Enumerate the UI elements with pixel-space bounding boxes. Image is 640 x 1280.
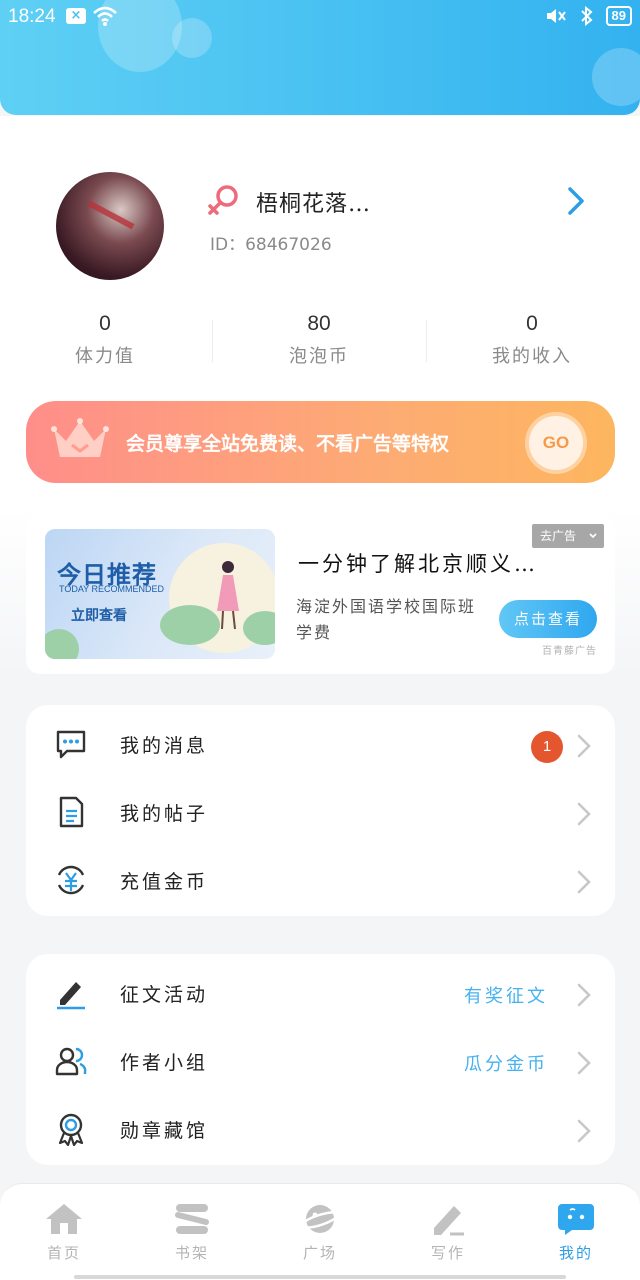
woman-illustration bbox=[217, 561, 239, 630]
ad-image-button: 立即查看 bbox=[71, 608, 127, 624]
bottom-navigation: 首页 书架 广场 写作 我的 bbox=[0, 1183, 640, 1280]
avatar[interactable] bbox=[56, 172, 164, 280]
nav-bookshelf[interactable]: 书架 bbox=[128, 1184, 256, 1280]
group-icon bbox=[55, 1047, 87, 1076]
menu-item-essay-contest[interactable]: 征文活动 有奖征文 bbox=[26, 958, 615, 1026]
bluetooth-icon bbox=[580, 6, 593, 26]
stat-stamina[interactable]: 0 体力值 bbox=[5, 312, 205, 368]
nav-label: 写作 bbox=[430, 1244, 465, 1262]
menu-item-author-group[interactable]: 作者小组 瓜分金币 bbox=[26, 1026, 615, 1094]
chevron-right-icon bbox=[577, 1051, 591, 1075]
ad-image-subtitle: TODAY RECOMMENDED bbox=[59, 584, 165, 594]
menu-label: 充值金币 bbox=[120, 871, 209, 893]
remove-ad-button[interactable]: 去广告 bbox=[532, 524, 604, 548]
chevron-right-icon bbox=[577, 1119, 591, 1143]
vip-go-button[interactable]: GO bbox=[529, 416, 583, 470]
nav-label: 广场 bbox=[302, 1244, 337, 1262]
profile-chat-icon bbox=[558, 1204, 594, 1235]
stat-label: 体力值 bbox=[75, 346, 135, 367]
wifi-icon bbox=[93, 6, 117, 26]
user-id: ID：68467026 bbox=[210, 235, 332, 255]
username[interactable]: 梧桐花落… bbox=[256, 186, 371, 218]
menu-label: 征文活动 bbox=[120, 984, 209, 1006]
stat-divider bbox=[212, 320, 213, 362]
mute-icon bbox=[546, 9, 566, 23]
ad-card[interactable]: 今日推荐 TODAY RECOMMENDED 立即查看 一分钟了解北京顺义… 海… bbox=[26, 514, 615, 674]
home-indicator bbox=[74, 1275, 566, 1279]
crown-icon bbox=[51, 418, 109, 457]
medal-icon bbox=[58, 1113, 84, 1146]
ad-action-button[interactable]: 点击查看 bbox=[499, 600, 597, 638]
vip-text: 会员尊享全站免费读、不看广告等特权 bbox=[126, 433, 450, 455]
menu-label: 我的帖子 bbox=[120, 803, 209, 825]
home-icon bbox=[46, 1204, 82, 1234]
chevron-right-icon bbox=[577, 870, 591, 894]
nav-mine[interactable]: 我的 bbox=[512, 1184, 640, 1280]
stat-value: 80 bbox=[307, 312, 331, 335]
vip-banner[interactable]: 会员尊享全站免费读、不看广告等特权 GO bbox=[26, 401, 615, 483]
stat-income[interactable]: 0 我的收入 bbox=[432, 312, 632, 368]
ad-description: 海淀外国语学校国际班学费 bbox=[296, 597, 477, 642]
menu-extra: 有奖征文 bbox=[464, 986, 548, 1007]
chevron-right-icon bbox=[577, 802, 591, 826]
header-banner: 18:24 × 89 bbox=[0, 0, 640, 115]
menu-card-primary: 我的消息 1 我的帖子 充值金币 bbox=[26, 705, 615, 916]
message-icon bbox=[56, 730, 86, 759]
menu-label: 作者小组 bbox=[120, 1052, 209, 1074]
menu-extra: 瓜分金币 bbox=[464, 1054, 548, 1075]
ad-source: 百青藤广告 bbox=[542, 646, 597, 657]
stat-value: 0 bbox=[526, 312, 538, 335]
ad-title[interactable]: 一分钟了解北京顺义… bbox=[298, 548, 538, 578]
yuan-coin-icon bbox=[57, 865, 85, 895]
bookshelf-icon bbox=[175, 1204, 209, 1234]
battery-indicator: 89 bbox=[605, 6, 632, 26]
write-icon bbox=[434, 1206, 464, 1236]
status-time: 18:24 bbox=[8, 6, 56, 27]
stat-value: 0 bbox=[99, 312, 111, 335]
nav-plaza[interactable]: 广场 bbox=[256, 1184, 384, 1280]
stats-row: 0 体力值 80 泡泡币 0 我的收入 bbox=[0, 312, 640, 372]
menu-card-author: 征文活动 有奖征文 作者小组 瓜分金币 勋章藏馆 bbox=[26, 954, 615, 1165]
menu-item-medal-hall[interactable]: 勋章藏馆 bbox=[26, 1094, 615, 1162]
stat-label: 我的收入 bbox=[492, 346, 572, 367]
chevron-right-icon bbox=[577, 983, 591, 1007]
pen-icon bbox=[57, 982, 85, 1010]
stat-bubble-coins[interactable]: 80 泡泡币 bbox=[219, 312, 419, 368]
chevron-right-icon bbox=[577, 734, 591, 758]
planet-icon bbox=[300, 1205, 340, 1233]
x-box-icon: × bbox=[66, 8, 86, 24]
menu-label: 勋章藏馆 bbox=[120, 1120, 209, 1142]
chevron-right-icon[interactable] bbox=[566, 186, 586, 216]
stat-divider bbox=[426, 320, 427, 362]
nav-label: 首页 bbox=[46, 1244, 81, 1262]
remove-ad-label: 去广告 bbox=[540, 529, 577, 543]
unread-badge: 1 bbox=[531, 731, 563, 763]
ad-image[interactable]: 今日推荐 TODAY RECOMMENDED 立即查看 bbox=[45, 529, 275, 659]
document-icon bbox=[59, 796, 84, 828]
menu-label: 我的消息 bbox=[120, 735, 209, 757]
menu-item-recharge[interactable]: 充值金币 bbox=[26, 845, 615, 913]
nav-label: 我的 bbox=[558, 1244, 593, 1262]
status-bar: 18:24 × 89 bbox=[0, 0, 640, 34]
nav-home[interactable]: 首页 bbox=[0, 1184, 128, 1280]
menu-item-posts[interactable]: 我的帖子 bbox=[26, 777, 615, 845]
nav-write[interactable]: 写作 bbox=[384, 1184, 512, 1280]
menu-item-messages[interactable]: 我的消息 1 bbox=[26, 709, 615, 777]
chevron-down-icon bbox=[589, 533, 597, 539]
female-gender-icon bbox=[208, 185, 238, 215]
nav-label: 书架 bbox=[174, 1244, 209, 1262]
stat-label: 泡泡币 bbox=[289, 346, 349, 367]
